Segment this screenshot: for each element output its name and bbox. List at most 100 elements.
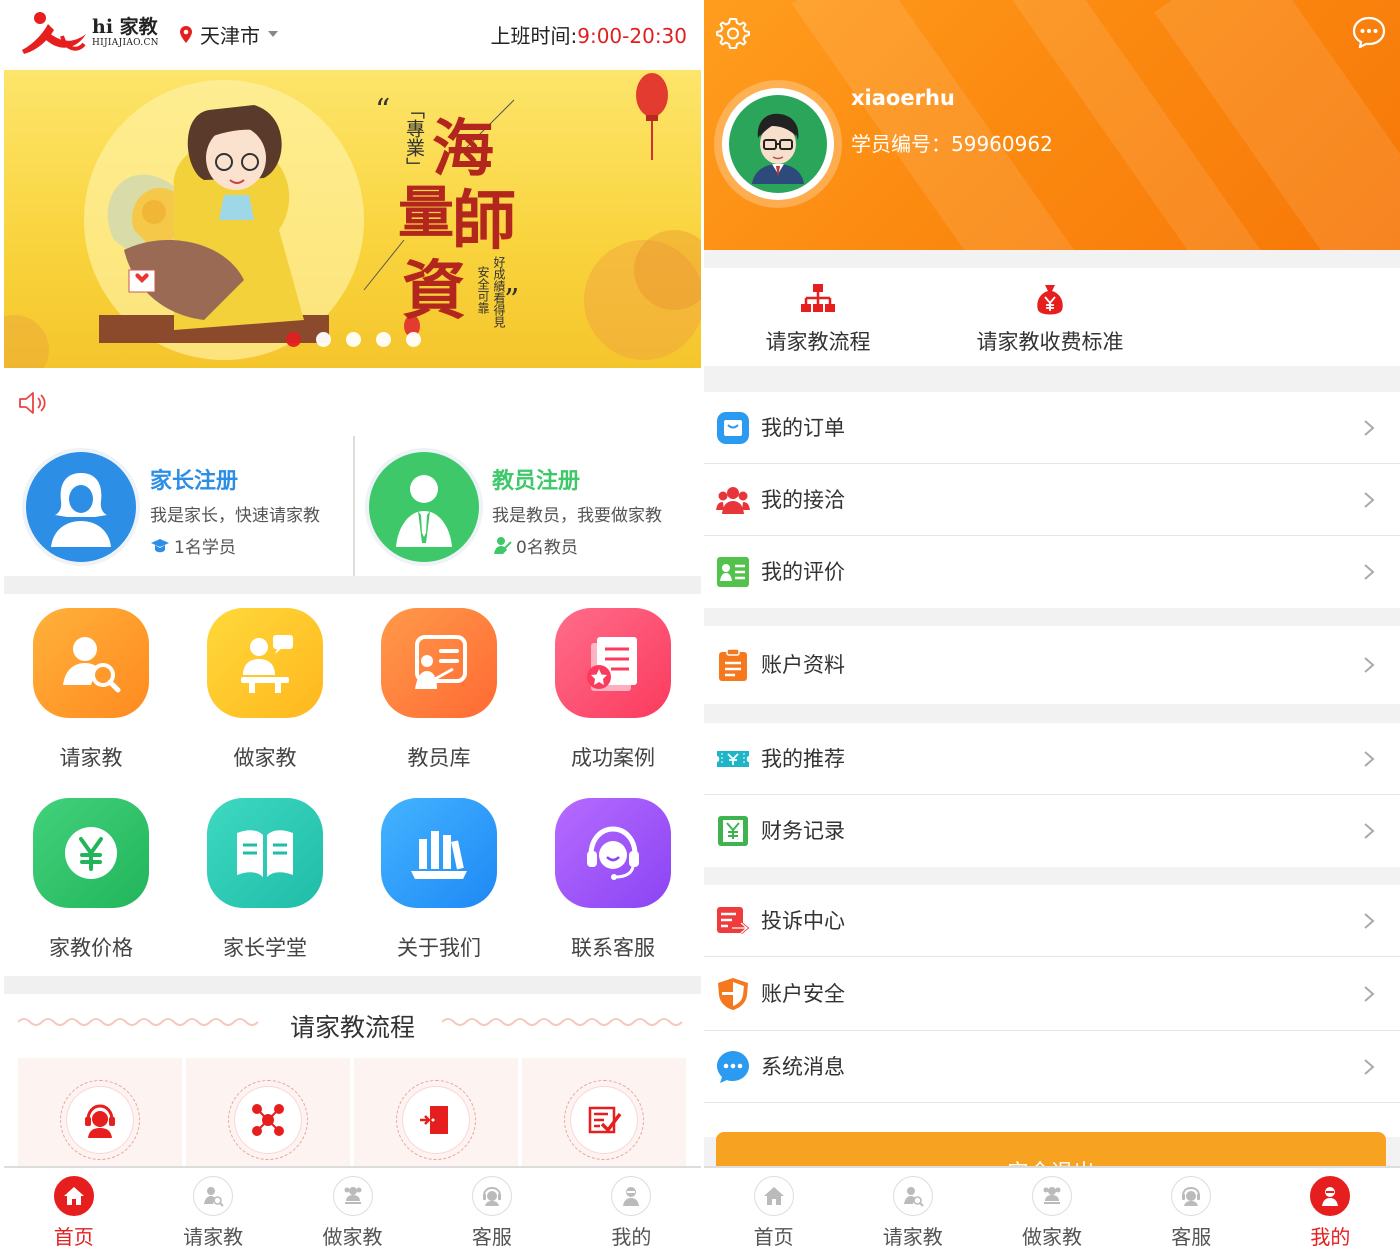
message-icon[interactable] bbox=[1352, 16, 1386, 48]
promo-banner[interactable]: “ ” 「專業」 海 量 師 資 好成績看得見 安全可靠 bbox=[4, 70, 701, 368]
tab-label: 做家教 bbox=[1022, 1225, 1082, 1249]
chevron-right-icon bbox=[1364, 750, 1375, 767]
tile-icon-bg bbox=[33, 608, 149, 718]
dropdown-caret-icon bbox=[268, 31, 278, 37]
tab-find-tutor[interactable]: 请家教 bbox=[143, 1168, 282, 1254]
tab-home[interactable]: 首页 bbox=[4, 1168, 143, 1254]
banner-small-text-2: 安全可靠 bbox=[476, 266, 490, 314]
teacher-count: 0名教员 bbox=[492, 533, 578, 558]
step-ring bbox=[60, 1080, 140, 1160]
tab-be-tutor[interactable]: 做家教 bbox=[982, 1168, 1121, 1254]
yen-icon bbox=[65, 827, 117, 879]
speaker-icon bbox=[19, 392, 46, 414]
menu-item-complaints[interactable]: 投诉中心 bbox=[704, 885, 1400, 957]
chevron-right-icon bbox=[1364, 564, 1375, 580]
tab-mine[interactable]: 我的 bbox=[562, 1168, 701, 1254]
menu-item-referrals[interactable]: 我的推荐 bbox=[704, 723, 1400, 795]
carousel-dot[interactable] bbox=[346, 332, 361, 347]
banner-char-2: 量 bbox=[398, 180, 454, 246]
logo[interactable]: hi 家教 HIJIAJIAO.CN bbox=[18, 8, 168, 60]
banner-tag-vertical: 「專業」 bbox=[403, 100, 425, 176]
banner-illustration: “ ” bbox=[4, 73, 701, 368]
menu-label: 账户资料 bbox=[761, 653, 845, 677]
carousel-dot[interactable] bbox=[316, 332, 331, 347]
banner-small-text-1: 好成績看得見 bbox=[492, 256, 506, 328]
tile-label: 做家教 bbox=[233, 746, 297, 770]
quick-link-fees[interactable]: 请家教收费标准 bbox=[950, 268, 1150, 366]
feature-tile-about[interactable]: 关于我们 bbox=[352, 784, 526, 974]
menu-item-finance-records[interactable]: 财务记录 bbox=[704, 795, 1400, 867]
tab-service[interactable]: 客服 bbox=[1122, 1168, 1261, 1254]
parent-register-desc: 我是家长，快速请家教 bbox=[150, 506, 320, 526]
tab-home[interactable]: 首页 bbox=[704, 1168, 843, 1254]
tab-label: 客服 bbox=[471, 1225, 512, 1249]
feature-tile-teacher-db[interactable]: 教员库 bbox=[352, 594, 526, 784]
avatar-image bbox=[729, 95, 827, 193]
carousel-dots bbox=[286, 332, 421, 347]
tab-label: 首页 bbox=[53, 1225, 94, 1249]
step-inner bbox=[235, 1087, 301, 1153]
location-pin-icon bbox=[180, 25, 192, 43]
tab-label: 我的 bbox=[611, 1225, 652, 1249]
menu-item-reviews[interactable]: 我的评价 bbox=[704, 536, 1400, 608]
tab-service[interactable]: 客服 bbox=[422, 1168, 561, 1254]
process-step[interactable] bbox=[18, 1058, 182, 1170]
step-ring bbox=[228, 1080, 308, 1160]
tab-be-tutor[interactable]: 做家教 bbox=[283, 1168, 422, 1254]
section-separator bbox=[4, 976, 701, 994]
feature-tile-find-tutor[interactable]: 请家教 bbox=[4, 594, 178, 784]
menu-item-security[interactable]: 账户安全 bbox=[704, 957, 1400, 1031]
tutor-icon bbox=[332, 1176, 373, 1216]
chevron-right-icon bbox=[1364, 1058, 1375, 1075]
office-hours-label: 上班时间: bbox=[490, 24, 578, 48]
tutor-icon bbox=[1032, 1176, 1072, 1216]
menu-group-finance: 我的推荐 财务记录 bbox=[704, 723, 1400, 867]
parent-avatar bbox=[22, 448, 140, 566]
feature-tile-parent-school[interactable]: 家长学堂 bbox=[178, 784, 352, 974]
process-step[interactable] bbox=[354, 1058, 518, 1170]
notice-bar[interactable] bbox=[4, 368, 701, 436]
process-step[interactable] bbox=[522, 1058, 686, 1170]
headset-icon bbox=[587, 826, 639, 880]
step-ring bbox=[396, 1080, 476, 1160]
feature-tile-pricing[interactable]: 家教价格 bbox=[4, 784, 178, 974]
teacher-register-card[interactable]: 教员注册 我是教员，我要做家教 0名教员 bbox=[355, 436, 701, 576]
feature-tile-cases[interactable]: 成功案例 bbox=[526, 594, 700, 784]
parent-register-card[interactable]: 家长注册 我是家长，快速请家教 1名学员 bbox=[4, 436, 353, 576]
network-icon bbox=[252, 1104, 284, 1136]
carousel-dot[interactable] bbox=[286, 332, 301, 347]
tile-label: 教员库 bbox=[407, 746, 471, 770]
menu-label: 我的推荐 bbox=[761, 747, 845, 771]
teacher-man-icon bbox=[396, 475, 452, 547]
carousel-dot[interactable] bbox=[406, 332, 421, 347]
tile-label: 家教价格 bbox=[49, 936, 133, 960]
step-ring bbox=[564, 1080, 644, 1160]
registration-section: 家长注册 我是家长，快速请家教 1名学员 教员注册 我是教员，我要做家教 0名教… bbox=[4, 436, 701, 576]
feature-tile-be-tutor[interactable]: 做家教 bbox=[178, 594, 352, 784]
message-bubble-icon bbox=[716, 1050, 750, 1084]
tile-label: 成功案例 bbox=[571, 746, 655, 770]
office-hours: 上班时间:9:00-20:30 bbox=[490, 20, 687, 49]
tab-label: 请家教 bbox=[183, 1225, 244, 1249]
menu-label: 我的接洽 bbox=[761, 488, 845, 512]
menu-item-orders[interactable]: 我的订单 bbox=[704, 392, 1400, 464]
process-step[interactable] bbox=[186, 1058, 350, 1170]
carousel-dot[interactable] bbox=[376, 332, 391, 347]
avatar[interactable] bbox=[722, 88, 834, 200]
review-card-icon bbox=[716, 555, 750, 589]
city-selector[interactable]: 天津市 bbox=[180, 20, 278, 48]
gear-icon[interactable] bbox=[716, 16, 750, 50]
menu-item-contacts[interactable]: 我的接洽 bbox=[704, 464, 1400, 536]
menu-item-account-info[interactable]: 账户资料 bbox=[704, 626, 1400, 704]
chevron-right-icon bbox=[1364, 419, 1375, 436]
quick-link-process[interactable]: 请家教流程 bbox=[714, 268, 922, 366]
menu-label: 我的评价 bbox=[761, 560, 845, 584]
menu-item-messages[interactable]: 系统消息 bbox=[704, 1031, 1400, 1103]
svg-text:”: ” bbox=[504, 283, 519, 318]
tab-find-tutor[interactable]: 请家教 bbox=[843, 1168, 982, 1254]
money-bag-icon bbox=[1037, 285, 1063, 315]
feature-tile-contact[interactable]: 联系客服 bbox=[526, 784, 700, 974]
tab-mine[interactable]: 我的 bbox=[1261, 1168, 1400, 1254]
parent-register-title: 家长注册 bbox=[150, 469, 239, 494]
quick-link-label: 请家教收费标准 bbox=[976, 330, 1124, 354]
